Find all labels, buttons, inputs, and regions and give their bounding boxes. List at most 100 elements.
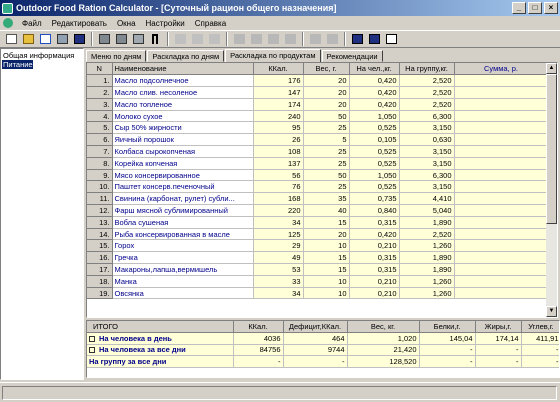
insert-row-icon[interactable] xyxy=(265,32,281,47)
weight-cell[interactable]: 25 xyxy=(303,157,350,170)
table-row[interactable]: 14. Рыба консервированная в масле 125 20 0,4… xyxy=(87,228,549,241)
per-group-cell[interactable]: 1,260 xyxy=(399,239,455,253)
minimize-button[interactable]: _ xyxy=(512,2,526,14)
weight-cell[interactable]: 20 xyxy=(303,74,350,88)
per-person-cell[interactable]: 0,420 xyxy=(349,86,400,99)
sum-cell[interactable] xyxy=(454,216,549,229)
kcal-cell[interactable]: 53 xyxy=(253,263,304,276)
kcal-cell[interactable]: 240 xyxy=(253,110,304,123)
document-icon[interactable] xyxy=(3,18,13,28)
per-group-cell[interactable]: 3,150 xyxy=(399,157,455,170)
weight-cell[interactable]: 10 xyxy=(303,275,350,288)
menu-windows[interactable]: Окна xyxy=(112,19,141,28)
tab-recommendations[interactable]: Рекомендации xyxy=(321,50,383,62)
kcal-cell[interactable]: 95 xyxy=(253,121,304,135)
product-name[interactable]: Гречка xyxy=(112,251,254,265)
per-group-cell[interactable]: 6,300 xyxy=(399,169,455,182)
move-down-icon[interactable] xyxy=(324,32,340,47)
copy-icon[interactable] xyxy=(189,32,205,47)
per-group-cell[interactable]: 1,890 xyxy=(399,216,455,229)
sum-cell[interactable] xyxy=(454,228,549,241)
per-group-cell[interactable]: 1,890 xyxy=(399,251,455,265)
kcal-cell[interactable]: 108 xyxy=(253,145,304,158)
col-sum[interactable]: Сумма, р. xyxy=(454,63,549,76)
weight-cell[interactable]: 5 xyxy=(303,133,350,147)
per-person-cell[interactable]: 0,210 xyxy=(349,287,400,300)
product-name[interactable]: Свинина (карбонат, рулет) субли... xyxy=(112,192,254,206)
weight-cell[interactable]: 10 xyxy=(303,239,350,253)
print-preview-icon[interactable] xyxy=(96,32,112,47)
sum-cell[interactable] xyxy=(454,145,549,158)
per-person-cell[interactable]: 0,315 xyxy=(349,216,400,229)
menu-settings[interactable]: Настройки xyxy=(141,19,190,28)
weight-cell[interactable]: 50 xyxy=(303,169,350,182)
table-row[interactable]: 16. Гречка 49 15 0,315 1,890 xyxy=(87,251,549,265)
per-group-cell[interactable]: 3,150 xyxy=(399,121,455,135)
per-person-cell[interactable]: 0,420 xyxy=(349,98,400,111)
table-row[interactable]: 6. Яичный порошок 26 5 0,105 0,630 xyxy=(87,133,549,147)
kcal-cell[interactable]: 49 xyxy=(253,251,304,265)
sum-cell[interactable] xyxy=(454,275,549,288)
sum-cell[interactable] xyxy=(454,251,549,265)
per-person-cell[interactable]: 0,735 xyxy=(349,192,400,206)
table-row[interactable]: 1. Масло подсолнечное 176 20 0,420 2,520 xyxy=(87,74,549,88)
weight-cell[interactable]: 25 xyxy=(303,145,350,158)
table-row[interactable]: 13. Вобла сушеная 34 15 0,315 1,890 xyxy=(87,216,549,229)
weight-cell[interactable]: 15 xyxy=(303,216,350,229)
tab-menu-by-days[interactable]: Меню по дням xyxy=(86,50,147,62)
per-person-cell[interactable]: 0,210 xyxy=(349,275,400,288)
table-row[interactable]: 9. Мясо консервированное 56 50 1,050 6,300 xyxy=(87,169,549,182)
col-per-person[interactable]: На чел.,кг. xyxy=(349,63,400,76)
kcal-cell[interactable]: 56 xyxy=(253,169,304,182)
weight-cell[interactable]: 20 xyxy=(303,228,350,241)
per-group-cell[interactable]: 0,630 xyxy=(399,133,455,147)
col-weight[interactable]: Вес, г. xyxy=(303,63,350,76)
weight-cell[interactable]: 25 xyxy=(303,121,350,135)
table-row[interactable]: 19. Овсянка 34 10 0,210 1,260 xyxy=(87,287,549,300)
tile-icon[interactable] xyxy=(349,32,365,47)
scroll-down-icon[interactable]: ▼ xyxy=(546,306,557,317)
product-name[interactable]: Молоко сухое xyxy=(112,110,254,123)
per-group-cell[interactable]: 1,260 xyxy=(399,275,455,288)
table-row[interactable]: 18. Манка 33 10 0,210 1,260 xyxy=(87,275,549,288)
kcal-cell[interactable]: 176 xyxy=(253,74,304,88)
table-row[interactable]: 8. Корейка копченая 137 25 0,525 3,150 xyxy=(87,157,549,170)
sum-cell[interactable] xyxy=(454,121,549,135)
weight-cell[interactable]: 25 xyxy=(303,180,350,194)
product-name[interactable]: Паштет консерв.печеночный xyxy=(112,180,254,194)
table-row[interactable]: 10. Паштет консерв.печеночный 76 25 0,525 3,1… xyxy=(87,180,549,194)
cascade-icon[interactable] xyxy=(366,32,382,47)
weight-cell[interactable]: 20 xyxy=(303,86,350,99)
per-group-cell[interactable]: 2,520 xyxy=(399,98,455,111)
product-name[interactable]: Масло слив. несоленое xyxy=(112,86,254,99)
per-group-cell[interactable]: 3,150 xyxy=(399,180,455,194)
table-scrollbar[interactable]: ▲ ▼ xyxy=(546,63,557,317)
sum-cell[interactable] xyxy=(454,98,549,111)
sum-cell[interactable] xyxy=(454,180,549,194)
col-n[interactable]: N xyxy=(87,63,113,76)
table-icon[interactable] xyxy=(282,32,298,47)
product-name[interactable]: Макароны,лапша,вермишель xyxy=(112,263,254,276)
kcal-cell[interactable]: 168 xyxy=(253,192,304,206)
maximize-button[interactable]: □ xyxy=(528,2,542,14)
table-row[interactable]: 4. Молоко сухое 240 50 1,050 6,300 xyxy=(87,110,549,123)
weight-cell[interactable]: 15 xyxy=(303,251,350,265)
table-row[interactable]: 12. Фарш мясной сублимированный 220 40 0,840… xyxy=(87,204,549,217)
window-icon[interactable] xyxy=(383,32,399,47)
per-group-cell[interactable]: 2,520 xyxy=(399,228,455,241)
product-name[interactable]: Горох xyxy=(112,239,254,253)
weight-cell[interactable]: 50 xyxy=(303,110,350,123)
per-person-cell[interactable]: 0,315 xyxy=(349,251,400,265)
table-row[interactable]: 5. Сыр 50% жирности 95 25 0,525 3,150 xyxy=(87,121,549,135)
products-table[interactable]: N Наименование ККал. Вес, г. На чел.,кг.… xyxy=(86,62,558,318)
kcal-cell[interactable]: 29 xyxy=(253,239,304,253)
kcal-cell[interactable]: 33 xyxy=(253,275,304,288)
menu-edit[interactable]: Редактировать xyxy=(47,19,112,28)
col-per-group[interactable]: На группу,кг. xyxy=(399,63,455,76)
print2-icon[interactable] xyxy=(113,32,129,47)
sum-cell[interactable] xyxy=(454,239,549,253)
table-row[interactable]: 3. Масло топленое 174 20 0,420 2,520 xyxy=(87,98,549,111)
per-group-cell[interactable]: 4,410 xyxy=(399,192,455,206)
table-row[interactable]: 2. Масло слив. несоленое 147 20 0,420 2,520 xyxy=(87,86,549,99)
kcal-cell[interactable]: 26 xyxy=(253,133,304,147)
